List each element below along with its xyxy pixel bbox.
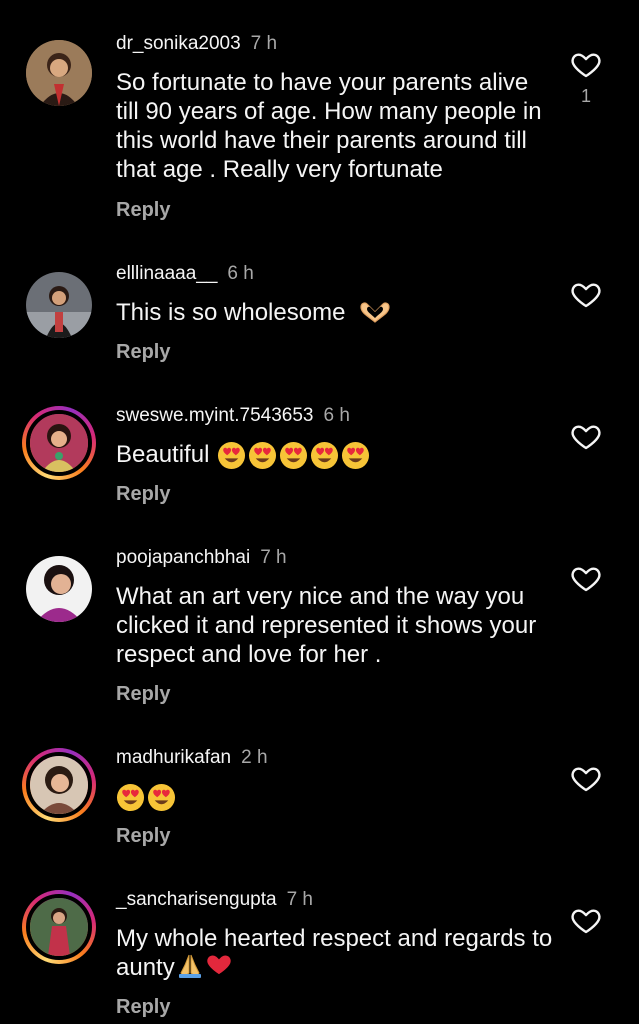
comment-time: 7 h [260, 547, 287, 568]
comment-text: Beautiful [116, 441, 210, 468]
comment-time: 7 h [286, 889, 313, 910]
like-heart-icon[interactable] [570, 278, 602, 310]
comment-username[interactable]: _sancharisengupta [116, 889, 277, 910]
avatar[interactable] [26, 40, 92, 106]
comment-username[interactable]: dr_sonika2003 [116, 33, 241, 54]
like-heart-icon[interactable] [570, 904, 602, 936]
comment-time: 6 h [323, 405, 350, 426]
comment-time: 7 h [250, 33, 278, 54]
avatar[interactable] [22, 406, 96, 480]
folded-hands-icon [175, 953, 205, 986]
comment-username[interactable]: elllinaaaa__ [116, 263, 217, 284]
reply-button[interactable]: Reply [116, 824, 170, 848]
comment-text-row: My whole hearted respect and regards to … [116, 924, 556, 986]
comment-text: This is so wholesome [116, 299, 346, 326]
avatar[interactable] [22, 890, 96, 964]
like-heart-icon[interactable] [570, 762, 602, 794]
heart-eyes-icon [116, 783, 145, 812]
avatar[interactable] [22, 748, 96, 822]
reply-button[interactable]: Reply [116, 340, 170, 364]
reply-button[interactable]: Reply [116, 482, 170, 506]
reply-button[interactable]: Reply [116, 995, 170, 1019]
comment-username[interactable]: sweswe.myint.7543653 [116, 405, 314, 426]
heart-eyes-icon [248, 441, 277, 470]
reply-button[interactable]: Reply [116, 682, 170, 706]
avatar[interactable] [26, 556, 92, 622]
comment-text: So fortunate to have your parents alive … [116, 69, 542, 183]
heart-hands-icon [358, 300, 392, 331]
like-heart-icon[interactable] [570, 562, 602, 594]
reply-button[interactable]: Reply [116, 198, 170, 222]
comment-username[interactable]: poojapanchbhai [116, 547, 250, 568]
comment-text: What an art very nice and the way you cl… [116, 583, 537, 668]
comment-text-row: This is so wholesome [116, 298, 556, 331]
like-heart-icon[interactable] [570, 48, 602, 80]
comment-text-row: Beautiful [116, 440, 556, 470]
heart-eyes-icon [310, 441, 339, 470]
avatar[interactable] [26, 272, 92, 338]
like-heart-icon[interactable] [570, 420, 602, 452]
like-count: 1 [580, 86, 591, 106]
comment-time: 6 h [227, 263, 254, 284]
comment-username[interactable]: madhurikafan [116, 747, 231, 768]
comment-text-row [116, 782, 556, 812]
heart-eyes-icon [217, 441, 246, 470]
heart-eyes-icon [279, 441, 308, 470]
red-heart-icon [205, 953, 233, 986]
heart-eyes-icon [341, 441, 370, 470]
comment-time: 2 h [241, 747, 268, 768]
heart-eyes-icon [147, 783, 176, 812]
